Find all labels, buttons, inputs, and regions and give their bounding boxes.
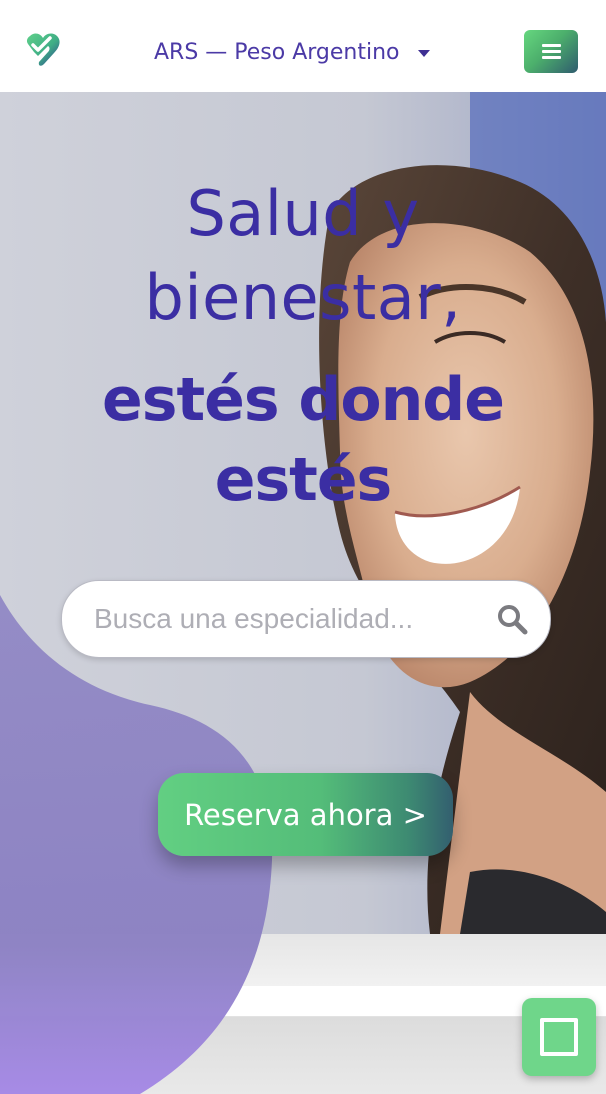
search-bar	[61, 580, 551, 658]
hero-title-line1: Salud y	[186, 177, 420, 250]
hamburger-icon	[541, 44, 561, 59]
hero-subtitle-line2: estés	[214, 445, 393, 515]
site-header: ARS — Peso Argentino	[0, 0, 606, 92]
square-icon	[540, 1018, 578, 1056]
content-strip	[0, 986, 606, 1017]
hero-title: Salud y bienestar,	[0, 172, 606, 340]
next-section	[0, 1017, 606, 1094]
search-icon[interactable]	[496, 603, 528, 635]
currency-label: ARS — Peso Argentino	[154, 39, 400, 65]
chevron-down-icon	[417, 50, 430, 57]
hero-subtitle: estés donde estés	[0, 360, 606, 520]
section-divider	[0, 934, 606, 986]
currency-selector[interactable]: ARS — Peso Argentino	[154, 37, 430, 67]
book-now-button[interactable]: Reserva ahora >	[158, 773, 453, 856]
hero-subtitle-line1: estés donde	[102, 365, 505, 435]
search-input[interactable]	[92, 602, 476, 636]
floating-action-button[interactable]	[522, 998, 596, 1076]
logo-icon[interactable]	[24, 30, 68, 70]
menu-button[interactable]	[524, 30, 578, 73]
hero-title-line2: bienestar,	[144, 261, 462, 334]
